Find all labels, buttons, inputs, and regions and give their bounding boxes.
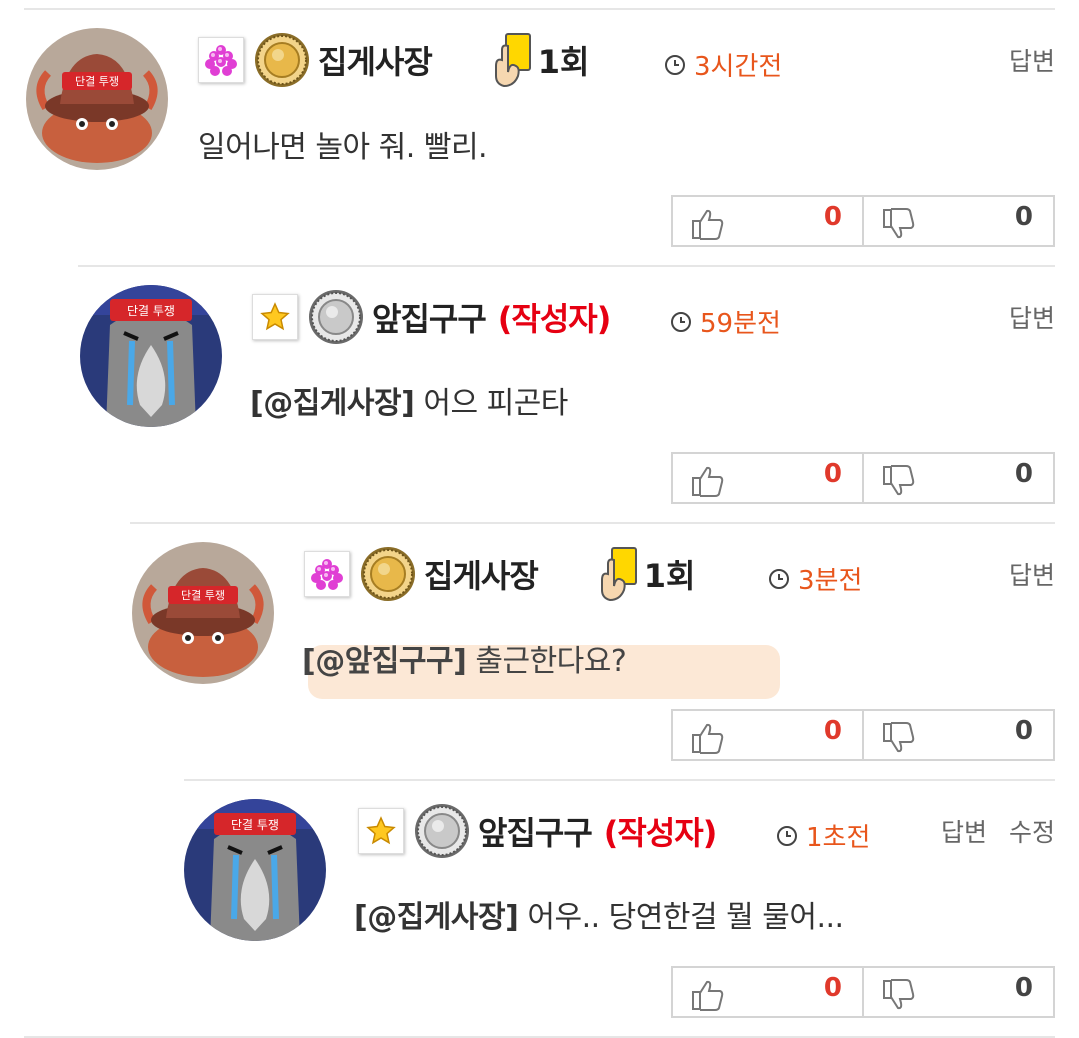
card-count: 1회 — [537, 43, 590, 81]
yellow-card-icon — [600, 547, 637, 602]
comment-body: 어으 피곤타 — [414, 386, 568, 421]
author-badge: (작성자) — [603, 814, 718, 852]
thumbs-down-icon — [883, 208, 915, 239]
upvote-count: 0 — [823, 202, 842, 232]
upvote-count: 0 — [823, 973, 842, 1003]
thumbs-up-icon — [692, 980, 724, 1011]
time-text: 3시간전 — [694, 52, 783, 82]
gold-medal-icon — [255, 33, 309, 87]
divider — [24, 8, 1055, 10]
clock-icon — [665, 54, 685, 75]
yellow-card-badge: 1회 — [492, 32, 590, 88]
thumbs-down-icon — [883, 722, 915, 753]
avatar-label: 단결 투쟁 — [181, 589, 225, 602]
downvote-button[interactable]: 0 — [862, 709, 1055, 761]
divider — [78, 265, 1055, 267]
timestamp: 1초전 — [776, 817, 870, 854]
time-text: 1초전 — [806, 823, 871, 853]
timestamp: 59분전 — [670, 303, 781, 340]
flower-cluster-icon — [198, 37, 244, 83]
card-count: 1회 — [643, 557, 696, 595]
gold-medal-icon — [361, 547, 415, 601]
author-badge: (작성자) — [497, 300, 612, 338]
star-icon — [358, 808, 404, 854]
comment-body: 어우.. 당연한걸 뭘 물어... — [518, 900, 844, 935]
downvote-button[interactable]: 0 — [862, 966, 1055, 1018]
divider — [130, 522, 1055, 524]
reply-button[interactable]: 답변 — [1009, 556, 1055, 592]
flower-cluster-icon — [304, 551, 350, 597]
comment-text: [@집게사장] 어으 피곤타 — [250, 378, 568, 422]
upvote-button[interactable]: 0 — [671, 709, 864, 761]
silver-medal-icon — [415, 804, 469, 858]
comment-body: 일어나면 놀아 줘. 빨리. — [198, 130, 488, 165]
thumbs-down-icon — [883, 979, 915, 1010]
avatar[interactable]: 단결 투쟁 — [132, 542, 274, 684]
mention-link[interactable]: [@집게사장] — [354, 900, 519, 935]
upvote-count: 0 — [823, 459, 842, 489]
upvote-button[interactable]: 0 — [671, 966, 864, 1018]
clock-icon — [769, 568, 789, 589]
upvote-count: 0 — [823, 716, 842, 746]
nickname[interactable]: 집게사장 — [318, 37, 433, 83]
star-icon — [252, 294, 298, 340]
avatar[interactable]: 단결 투쟁 — [80, 285, 222, 427]
comment-text: [@앞집구구] 출근한다요? — [302, 636, 627, 680]
upvote-button[interactable]: 0 — [671, 195, 864, 247]
yellow-card-icon — [494, 33, 531, 88]
silver-medal-icon — [309, 290, 363, 344]
avatar-label: 단결 투쟁 — [75, 75, 119, 88]
upvote-button[interactable]: 0 — [671, 452, 864, 504]
avatar[interactable]: 단결 투쟁 — [26, 28, 168, 170]
comment-text: 일어나면 놀아 줘. 빨리. — [198, 122, 488, 166]
downvote-count: 0 — [1014, 716, 1033, 746]
mention-link[interactable]: [@앞집구구] — [302, 644, 467, 679]
downvote-button[interactable]: 0 — [862, 195, 1055, 247]
thumbs-down-icon — [883, 465, 915, 496]
thumbs-up-icon — [692, 723, 724, 754]
avatar[interactable]: 단결 투쟁 — [184, 799, 326, 941]
downvote-button[interactable]: 0 — [862, 452, 1055, 504]
timestamp: 3분전 — [768, 560, 862, 597]
yellow-card-badge: 1회 — [598, 546, 696, 602]
divider — [184, 779, 1055, 781]
thumbs-up-icon — [692, 209, 724, 240]
thumbs-up-icon — [692, 466, 724, 497]
comment-body: 출근한다요? — [466, 644, 627, 679]
nickname[interactable]: 앞집구구 — [372, 294, 487, 340]
downvote-count: 0 — [1014, 459, 1033, 489]
clock-icon — [671, 311, 691, 332]
edit-button[interactable]: 수정 — [1009, 813, 1055, 849]
downvote-count: 0 — [1014, 973, 1033, 1003]
clock-icon — [777, 825, 797, 846]
nickname[interactable]: 앞집구구 — [478, 808, 593, 854]
timestamp: 3시간전 — [664, 46, 782, 83]
avatar-label: 단결 투쟁 — [127, 304, 175, 318]
reply-button[interactable]: 답변 — [1009, 42, 1055, 78]
nickname[interactable]: 집게사장 — [424, 551, 539, 597]
time-text: 59분전 — [700, 309, 781, 339]
downvote-count: 0 — [1014, 202, 1033, 232]
mention-link[interactable]: [@집게사장] — [250, 386, 415, 421]
avatar-label: 단결 투쟁 — [231, 818, 279, 832]
reply-button[interactable]: 답변 — [941, 813, 987, 849]
time-text: 3분전 — [798, 566, 863, 596]
comment-text: [@집게사장] 어우.. 당연한걸 뭘 물어... — [354, 892, 844, 936]
reply-button[interactable]: 답변 — [1009, 299, 1055, 335]
